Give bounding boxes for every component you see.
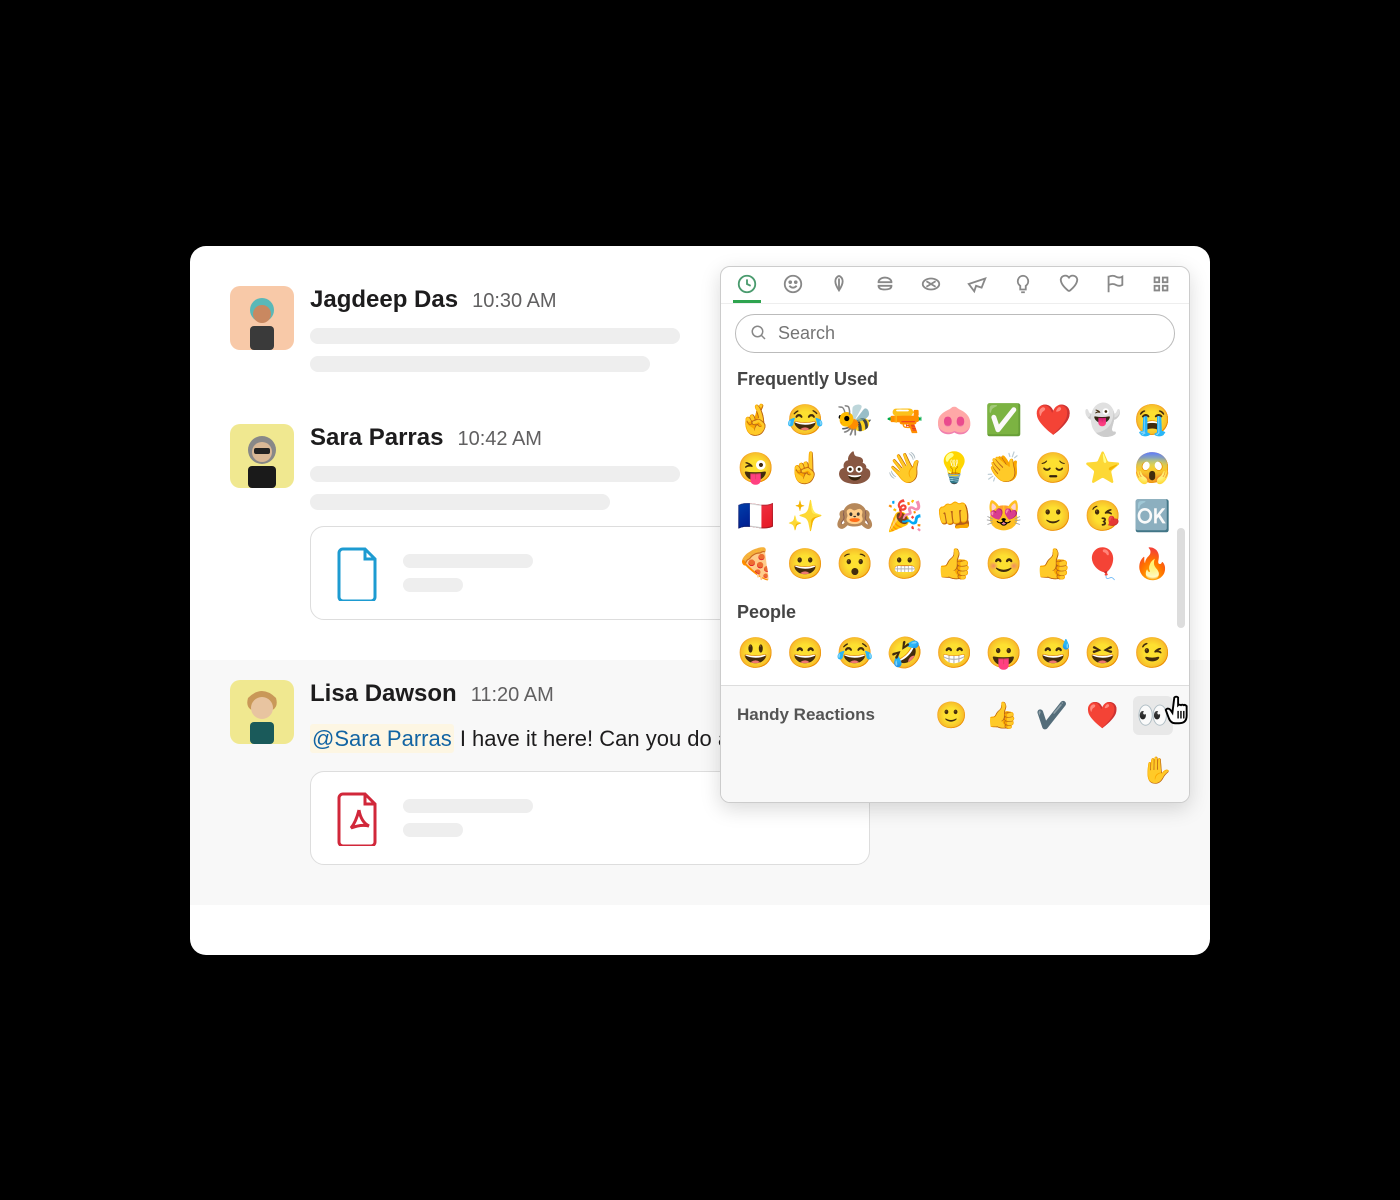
- emoji[interactable]: 😊: [983, 544, 1025, 586]
- emoji[interactable]: 🐽: [933, 400, 975, 442]
- emoji[interactable]: 😉: [1131, 633, 1173, 675]
- tab-custom[interactable]: [1147, 275, 1175, 303]
- emoji[interactable]: ⭐: [1082, 448, 1124, 490]
- timestamp: 10:42 AM: [457, 428, 542, 451]
- text-placeholder: [310, 494, 610, 510]
- tab-objects[interactable]: [1009, 275, 1037, 303]
- sender-name: Jagdeep Das: [310, 286, 458, 314]
- tab-smileys[interactable]: [779, 275, 807, 303]
- chat-window: Jagdeep Das 10:30 AM Sara Parras 10:42 A…: [190, 246, 1210, 955]
- emoji-category-tabs: [721, 267, 1189, 304]
- avatar[interactable]: [230, 286, 294, 350]
- emoji[interactable]: 👍: [933, 544, 975, 586]
- text-placeholder: [310, 328, 680, 344]
- emoji[interactable]: 😆: [1082, 633, 1124, 675]
- handy-reactions-label: Handy Reactions: [737, 705, 919, 725]
- section-frequently-used: Frequently Used: [721, 363, 1189, 396]
- skin-tone-selector[interactable]: ✋: [1141, 755, 1173, 786]
- tab-travel[interactable]: [963, 275, 991, 303]
- emoji[interactable]: 😅: [1032, 633, 1074, 675]
- emoji[interactable]: 😂: [785, 400, 827, 442]
- handy-reaction[interactable]: ❤️: [1082, 696, 1122, 735]
- emoji[interactable]: 🔥: [1131, 544, 1173, 586]
- emoji[interactable]: 🆗: [1131, 496, 1173, 538]
- avatar[interactable]: [230, 680, 294, 744]
- emoji[interactable]: 😻: [983, 496, 1025, 538]
- emoji[interactable]: 💩: [834, 448, 876, 490]
- emoji[interactable]: 👍: [1032, 544, 1074, 586]
- mention[interactable]: @Sara Parras: [310, 724, 454, 753]
- emoji[interactable]: ✨: [785, 496, 827, 538]
- emoji[interactable]: 😛: [983, 633, 1025, 675]
- search-icon: [750, 324, 768, 342]
- emoji[interactable]: 😬: [884, 544, 926, 586]
- sender-name: Lisa Dawson: [310, 680, 457, 708]
- emoji[interactable]: 💡: [933, 448, 975, 490]
- emoji-grid-people: 😃😄😂🤣😁😛😅😆😉: [721, 629, 1189, 685]
- tab-activity[interactable]: [917, 275, 945, 303]
- emoji[interactable]: 🤞: [735, 400, 777, 442]
- tab-nature[interactable]: [825, 275, 853, 303]
- emoji-search-box[interactable]: [735, 314, 1175, 353]
- emoji[interactable]: 🙂: [1032, 496, 1074, 538]
- handy-reaction[interactable]: 🙂: [931, 696, 971, 735]
- emoji[interactable]: 🔫: [884, 400, 926, 442]
- emoji[interactable]: 👊: [933, 496, 975, 538]
- emoji[interactable]: 🇫🇷: [735, 496, 777, 538]
- handy-reaction[interactable]: ✔️: [1032, 696, 1072, 735]
- emoji[interactable]: 😱: [1131, 448, 1173, 490]
- emoji[interactable]: 🐝: [834, 400, 876, 442]
- emoji[interactable]: 😁: [933, 633, 975, 675]
- emoji[interactable]: 😂: [834, 633, 876, 675]
- emoji[interactable]: 😄: [785, 633, 827, 675]
- pdf-icon: [335, 790, 383, 846]
- emoji[interactable]: 😜: [735, 448, 777, 490]
- timestamp: 11:20 AM: [471, 684, 554, 707]
- emoji[interactable]: 😃: [735, 633, 777, 675]
- tab-recent[interactable]: [733, 275, 761, 303]
- emoji[interactable]: 😔: [1032, 448, 1074, 490]
- handy-reaction[interactable]: 👀: [1133, 696, 1173, 735]
- file-info: [403, 799, 845, 837]
- emoji[interactable]: 🤣: [884, 633, 926, 675]
- emoji[interactable]: ✅: [983, 400, 1025, 442]
- emoji[interactable]: 🙉: [834, 496, 876, 538]
- emoji-grid-frequent: 🤞😂🐝🔫🐽✅❤️👻😭😜☝️💩👋💡👏😔⭐😱🇫🇷✨🙉🎉👊😻🙂😘🆗🍕😀😯😬👍😊👍🎈🔥: [721, 396, 1189, 596]
- emoji[interactable]: 👻: [1082, 400, 1124, 442]
- tab-food[interactable]: [871, 275, 899, 303]
- emoji[interactable]: 🎈: [1082, 544, 1124, 586]
- skin-tone-row: ✋: [721, 745, 1189, 802]
- document-icon: [335, 545, 383, 601]
- emoji-search-wrap: [721, 304, 1189, 363]
- emoji[interactable]: 👋: [884, 448, 926, 490]
- tab-flags[interactable]: [1101, 275, 1129, 303]
- avatar[interactable]: [230, 424, 294, 488]
- emoji[interactable]: 😘: [1082, 496, 1124, 538]
- scrollbar[interactable]: [1177, 528, 1187, 658]
- emoji[interactable]: 🍕: [735, 544, 777, 586]
- handy-reaction[interactable]: 👍: [982, 696, 1022, 735]
- handy-reactions-row: Handy Reactions 🙂 👍 ✔️ ❤️ 👀: [721, 685, 1189, 745]
- emoji-picker: Frequently Used 🤞😂🐝🔫🐽✅❤️👻😭😜☝️💩👋💡👏😔⭐😱🇫🇷✨🙉…: [720, 266, 1190, 803]
- emoji[interactable]: 😀: [785, 544, 827, 586]
- emoji[interactable]: 🎉: [884, 496, 926, 538]
- sender-name: Sara Parras: [310, 424, 443, 452]
- timestamp: 10:30 AM: [472, 290, 557, 313]
- emoji[interactable]: 😯: [834, 544, 876, 586]
- emoji[interactable]: 😭: [1131, 400, 1173, 442]
- tab-symbols[interactable]: [1055, 275, 1083, 303]
- text-placeholder: [310, 466, 680, 482]
- emoji[interactable]: ☝️: [785, 448, 827, 490]
- emoji[interactable]: ❤️: [1032, 400, 1074, 442]
- section-people: People: [721, 596, 1189, 629]
- text-placeholder: [310, 356, 650, 372]
- emoji-search-input[interactable]: [778, 323, 1160, 344]
- emoji[interactable]: 👏: [983, 448, 1025, 490]
